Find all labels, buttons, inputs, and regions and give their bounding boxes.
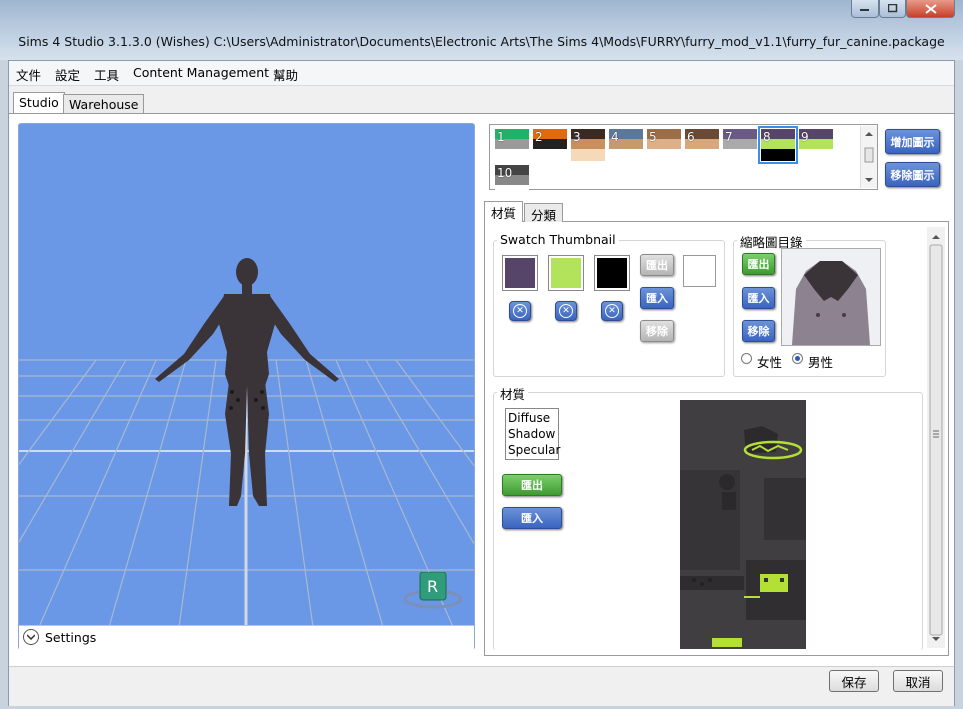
close-icon[interactable] (906, 0, 955, 18)
swatch-scrollbar[interactable] (860, 126, 877, 188)
minimize-icon[interactable] (851, 0, 879, 18)
thumbnail-import-button[interactable]: 匯入 (640, 287, 674, 309)
material-item-specular[interactable]: Specular (508, 442, 560, 458)
dir-export-button[interactable]: 匯出 (742, 253, 775, 275)
swatch-color-band (495, 185, 529, 197)
reset-badge-label: R (427, 577, 439, 596)
cancel-button[interactable]: 取消 (893, 670, 943, 692)
thumbnail-image (781, 248, 881, 346)
material-item-shadow[interactable]: Shadow (508, 426, 556, 442)
remove-circle-icon[interactable]: ✕ (509, 301, 531, 321)
swatch-number: 8 (763, 130, 771, 144)
title-bar (0, 0, 963, 60)
radio-male-dot (795, 356, 800, 361)
swatch-item-8[interactable]: 8 (758, 126, 798, 164)
swatch-number: 5 (649, 130, 657, 144)
swatch-number: 9 (801, 130, 809, 144)
thumbnail-color-fill-3 (597, 258, 627, 288)
swatch-number: 2 (535, 130, 543, 144)
swatch-thumbnail-title: Swatch Thumbnail (497, 232, 619, 247)
add-swatch-button[interactable]: 增加圖示 (885, 129, 940, 154)
swatch-item-5[interactable]: 5 (647, 129, 681, 161)
swatch-item-2[interactable]: 2 (533, 129, 567, 161)
menu-help[interactable]: 幫助 (273, 65, 298, 84)
swatch-color-band (609, 149, 643, 161)
settings-label: Settings (45, 630, 97, 645)
swatch-item-10[interactable]: 10 (495, 165, 529, 197)
swatch-color-band (533, 149, 567, 161)
dir-remove-button[interactable]: 移除 (742, 320, 775, 342)
maximize-icon[interactable] (879, 0, 906, 18)
swatch-item-7[interactable]: 7 (723, 129, 757, 161)
remove-circle-icon[interactable]: ✕ (555, 301, 577, 321)
footer-bar (9, 666, 954, 706)
tab-studio[interactable]: Studio (13, 92, 65, 115)
swatch-item-1[interactable]: 1 (495, 129, 529, 161)
window-title: Sims 4 Studio 3.1.3.0 (Wishes) C:\Users\… (18, 34, 945, 49)
thumbnail-color-fill-1 (505, 258, 535, 288)
swatch-item-9[interactable]: 9 (799, 129, 833, 161)
chevron-down-icon[interactable] (23, 629, 39, 645)
material-import-button[interactable]: 匯入 (502, 507, 562, 529)
settings-bar[interactable]: Settings (19, 625, 474, 650)
dir-import-button[interactable]: 匯入 (742, 287, 775, 309)
swatch-color-band (571, 149, 605, 161)
grid-floor (19, 258, 474, 627)
radio-male[interactable] (792, 353, 803, 364)
thumbnail-color-1[interactable] (502, 255, 538, 291)
swatch-color-band (647, 149, 681, 161)
tab-warehouse[interactable]: Warehouse (63, 94, 145, 115)
radio-female-label: 女性 (757, 355, 783, 370)
swatch-number: 6 (687, 130, 695, 144)
swatch-number: 7 (725, 130, 733, 144)
swatch-strip: 1 2 3 4 5 6 7 8 9 10 (489, 124, 878, 197)
material-list[interactable]: Diffuse Shadow Specular (505, 408, 560, 460)
thumbnail-color-3[interactable] (594, 255, 630, 291)
tab-category[interactable]: 分類 (524, 203, 564, 223)
save-button[interactable]: 保存 (829, 670, 879, 692)
menu-bar: 文件 設定 工具 Content Management 幫助 (9, 61, 954, 86)
swatch-item-6[interactable]: 6 (685, 129, 719, 161)
radio-male-label: 男性 (808, 355, 834, 370)
material-title: 材質 (497, 384, 529, 403)
swatch-color-band (799, 149, 833, 161)
menu-settings[interactable]: 設定 (55, 65, 80, 84)
texture-preview (680, 400, 806, 649)
thumbnail-export-button[interactable]: 匯出 (640, 254, 674, 276)
tab-material[interactable]: 材質 (484, 201, 524, 222)
swatch-item-3[interactable]: 3 (571, 129, 605, 161)
swatch-number: 1 (497, 130, 505, 144)
swatch-color-band (723, 149, 757, 161)
thumbnail-color-2[interactable] (548, 255, 584, 291)
menu-tools[interactable]: 工具 (94, 65, 119, 84)
thumbnail-color-fill-2 (551, 258, 581, 288)
swatch-number: 3 (573, 130, 581, 144)
material-item-diffuse[interactable]: Diffuse (508, 410, 556, 426)
swatch-color-band (761, 149, 795, 161)
panel-scrollbar[interactable] (927, 227, 945, 648)
swatch-color-band (495, 149, 529, 161)
swatch-color-band (685, 149, 719, 161)
menu-file[interactable]: 文件 (16, 65, 41, 84)
thumbnail-remove-button[interactable]: 移除 (640, 320, 674, 342)
swatch-number: 10 (497, 166, 513, 180)
reset-view-gizmo[interactable]: R (403, 571, 463, 612)
material-export-button[interactable]: 匯出 (502, 474, 562, 496)
swatch-number: 4 (611, 130, 619, 144)
swatch-item-4[interactable]: 4 (609, 129, 643, 161)
menu-content-management[interactable]: Content Management (133, 65, 269, 80)
model-viewport[interactable]: R (18, 123, 475, 650)
remove-circle-icon[interactable]: ✕ (601, 301, 623, 321)
radio-female[interactable] (741, 353, 752, 364)
remove-swatch-button[interactable]: 移除圖示 (885, 162, 940, 187)
thumbnail-preview (683, 255, 716, 287)
